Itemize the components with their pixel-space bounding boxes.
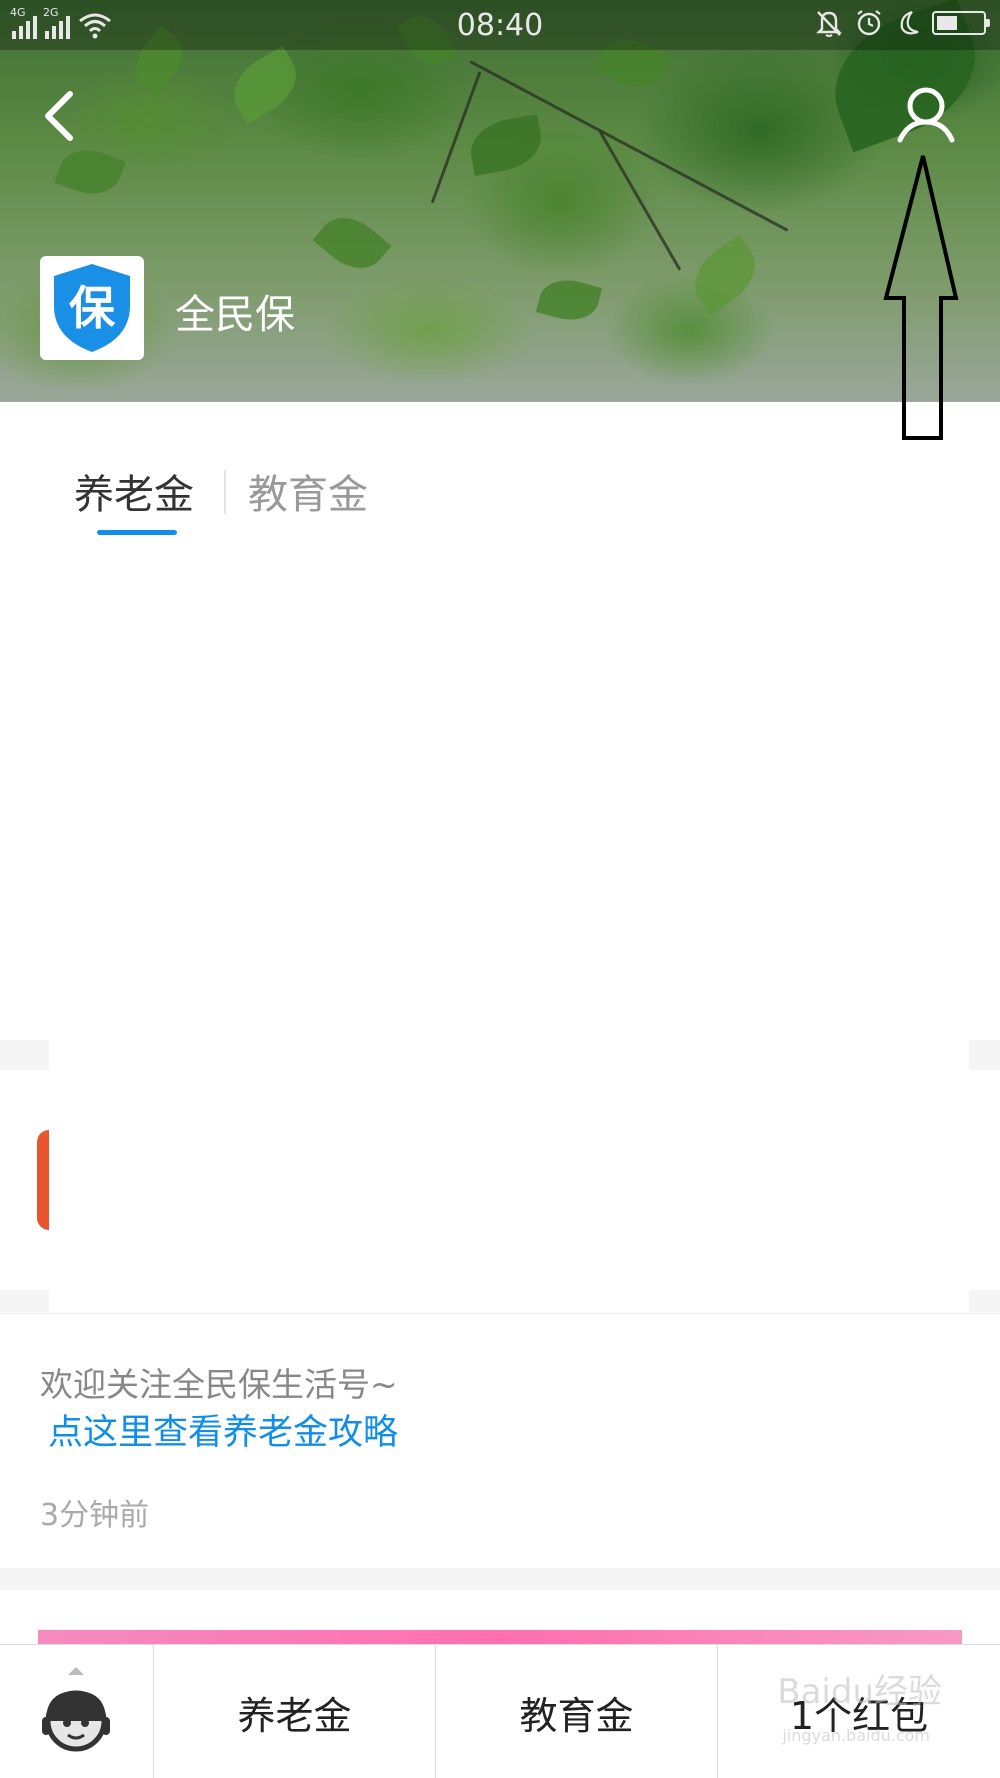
moon-icon bbox=[900, 10, 919, 35]
battery-level bbox=[937, 16, 957, 30]
card-area bbox=[49, 1040, 969, 1312]
bottom-education[interactable]: 教育金 bbox=[436, 1645, 717, 1778]
brand-name: 全民保 bbox=[175, 292, 295, 338]
active-tab-indicator bbox=[97, 530, 177, 535]
user-icon bbox=[897, 87, 955, 143]
alarm-icon bbox=[857, 10, 881, 36]
page: 4G 2G 08:40 保 全民保 养老金 教育金 欢迎关注全民保生活号~ 点这… bbox=[0, 0, 1000, 1778]
bottom-bar: 养老金 教育金 1个红包 bbox=[0, 1644, 1000, 1778]
brand-logo-char: 保 bbox=[69, 281, 116, 335]
header-background: 4G 2G 08:40 保 全民保 bbox=[0, 0, 1000, 402]
message-card: 欢迎关注全民保生活号~ 点这里查看养老金攻略 3分钟前 bbox=[0, 1313, 1000, 1568]
tab-divider bbox=[224, 470, 226, 514]
tab-education[interactable]: 教育金 bbox=[248, 462, 368, 520]
annotation-arrow bbox=[883, 155, 959, 440]
tab-bar: 养老金 教育金 bbox=[0, 402, 1000, 535]
message-text: 欢迎关注全民保生活号~ bbox=[40, 1365, 398, 1404]
robot-assistant-icon bbox=[42, 1667, 110, 1752]
bell-off-icon bbox=[816, 11, 842, 37]
chevron-left-icon bbox=[45, 91, 73, 141]
profile-button[interactable] bbox=[890, 84, 962, 154]
message-link[interactable]: 点这里查看养老金攻略 bbox=[48, 1404, 398, 1455]
bottom-red-packet[interactable]: 1个红包 bbox=[718, 1645, 1000, 1778]
section-gap bbox=[0, 1568, 1000, 1590]
red-card-edge bbox=[37, 1130, 49, 1230]
brand-logo: 保 bbox=[40, 256, 144, 360]
battery-icon bbox=[932, 11, 990, 35]
bottom-pension[interactable]: 养老金 bbox=[154, 1645, 435, 1778]
shield-logo-icon: 保 bbox=[54, 264, 130, 352]
back-button[interactable] bbox=[34, 84, 90, 148]
tab-pension[interactable]: 养老金 bbox=[74, 462, 194, 520]
status-bar: 4G 2G 08:40 bbox=[0, 0, 1000, 50]
assistant-button[interactable] bbox=[30, 1663, 122, 1763]
message-time: 3分钟前 bbox=[40, 1498, 150, 1533]
promo-banner[interactable] bbox=[38, 1630, 962, 1645]
